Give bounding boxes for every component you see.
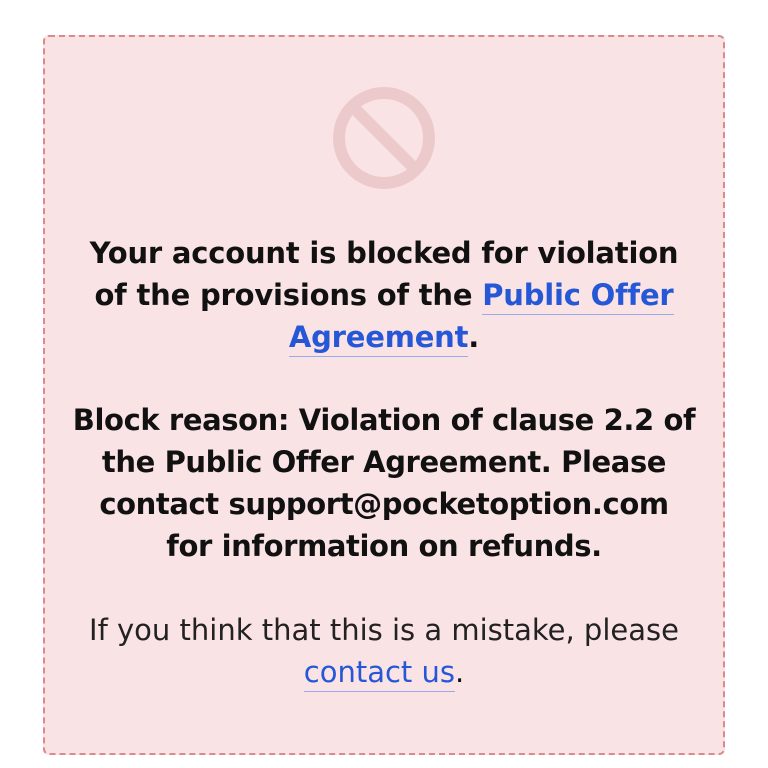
contact-us-link[interactable]: contact us [303,655,455,692]
ban-icon [333,87,435,189]
block-message: Your account is blocked for violation of… [80,232,688,358]
block-reason: Block reason: Violation of clause 2.2 of… [72,403,696,563]
mistake-message: If you think that this is a mistake, ple… [70,609,698,693]
mistake-message-suffix: . [455,655,465,689]
block-message-suffix: . [468,320,480,354]
mistake-message-prefix: If you think that this is a mistake, ple… [89,613,679,647]
